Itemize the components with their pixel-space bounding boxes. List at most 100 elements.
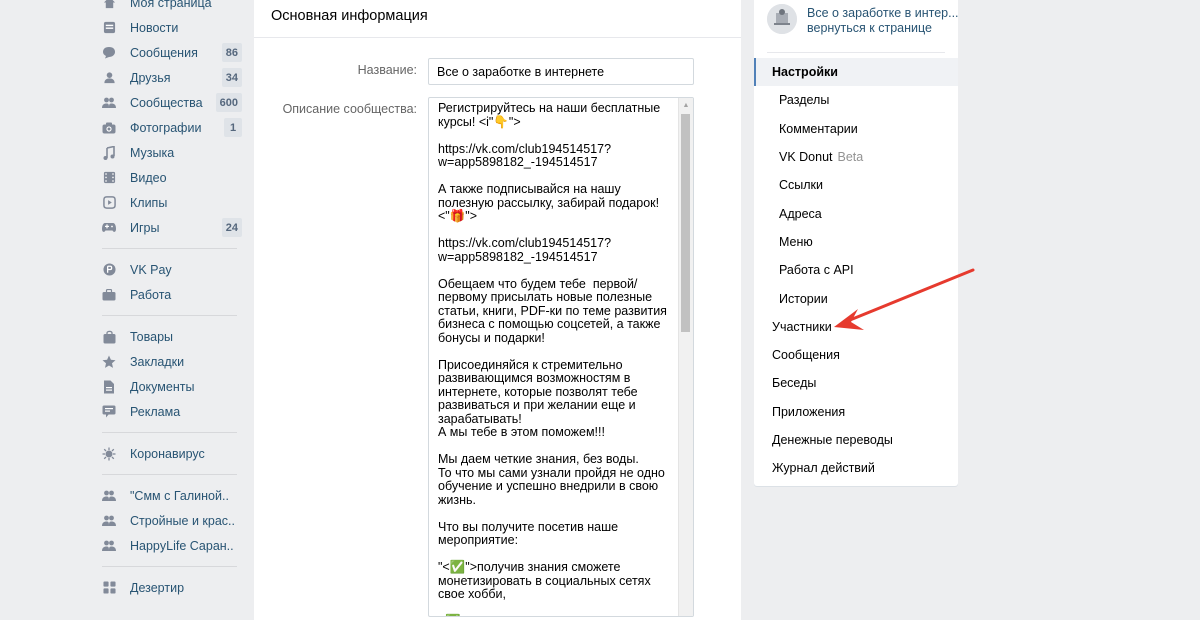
menu-vk-donut-label: VK Donut: [779, 150, 833, 165]
nav-divider: [102, 566, 237, 567]
nav-label: Игры: [130, 220, 160, 235]
nav-label: Сообщения: [130, 45, 198, 60]
star-icon: [102, 355, 116, 369]
settings-side-menu: Все о заработке в интер... вернуться к с…: [754, 0, 959, 486]
nav-label: "Смм с Галиной..: [130, 488, 229, 503]
community-name-input[interactable]: Все о заработке в интернете: [428, 58, 694, 85]
nav-vkpay[interactable]: VK Pay: [102, 257, 242, 282]
news-icon: [102, 21, 116, 35]
group-icon: [102, 539, 116, 553]
beta-badge: Beta: [837, 150, 864, 165]
menu-addresses[interactable]: Адреса: [754, 199, 958, 227]
menu-comments[interactable]: Комментарии: [754, 115, 958, 143]
menu-stories[interactable]: Истории: [754, 284, 958, 312]
nav-group-smm[interactable]: "Смм с Галиной..: [102, 483, 242, 508]
home-icon: [102, 0, 116, 10]
nav-label: Друзья: [130, 70, 171, 85]
menu-action-log[interactable]: Журнал действий: [754, 454, 958, 482]
nav-news[interactable]: Новости: [102, 15, 242, 40]
nav-label: Сообщества: [130, 95, 203, 110]
nav-label: Стройные и крас..: [130, 513, 235, 528]
community-description-textarea[interactable]: Регистрируйтесь на наши бесплатные курсы…: [428, 97, 694, 617]
nav-friends[interactable]: Друзья 34: [102, 65, 242, 90]
group-title[interactable]: Все о заработке в интер...: [807, 6, 959, 20]
megaphone-icon: [102, 405, 116, 419]
nav-label: Коронавирус: [130, 446, 205, 461]
nav-bookmarks[interactable]: Закладки: [102, 349, 242, 374]
nav-label: VK Pay: [130, 262, 172, 277]
nav-label: Клипы: [130, 195, 168, 210]
menu-members[interactable]: Участники: [754, 313, 958, 341]
nav-games[interactable]: Игры 24: [102, 215, 242, 240]
friends-icon: [102, 71, 116, 85]
nav-label: Документы: [130, 379, 195, 394]
nav-divider: [102, 248, 237, 249]
games-count-badge: 24: [221, 218, 242, 237]
nav-label: Товары: [130, 329, 173, 344]
nav-music[interactable]: Музыка: [102, 140, 242, 165]
clips-icon: [102, 196, 116, 210]
menu-menu[interactable]: Меню: [754, 228, 958, 256]
apps-icon: [102, 581, 116, 595]
menu-api[interactable]: Работа с API: [754, 256, 958, 284]
communities-count-badge: 600: [215, 93, 242, 112]
group-header-divider: [767, 52, 945, 53]
scrollbar-thumb[interactable]: [681, 114, 690, 332]
nav-label: HappyLife Саран..: [130, 538, 234, 553]
group-avatar[interactable]: [767, 4, 797, 34]
menu-vk-donut[interactable]: VK Donut Beta: [754, 143, 958, 171]
shopping-bag-icon: [102, 330, 116, 344]
name-label: Название:: [357, 63, 417, 77]
nav-coronavirus[interactable]: Коронавирус: [102, 441, 242, 466]
briefcase-icon: [102, 288, 116, 302]
camera-icon: [102, 121, 116, 135]
nav-label: Новости: [130, 20, 179, 35]
nav-label: Реклама: [130, 404, 181, 419]
nav-group-slim[interactable]: Стройные и крас..: [102, 508, 242, 533]
nav-label: Дезертир: [130, 580, 185, 595]
messages-icon: [102, 46, 116, 60]
nav-label: Моя страница: [130, 0, 212, 10]
scroll-up-arrow-icon[interactable]: ▲: [679, 98, 693, 112]
menu-sections[interactable]: Разделы: [754, 86, 958, 114]
nav-group-happylife[interactable]: HappyLife Саран..: [102, 533, 242, 558]
menu-messages[interactable]: Сообщения: [754, 341, 958, 369]
nav-divider: [102, 315, 237, 316]
group-icon: [102, 514, 116, 528]
menu-money-transfers[interactable]: Денежные переводы: [754, 426, 958, 454]
nav-label: Видео: [130, 170, 167, 185]
nav-communities[interactable]: Сообщества 600: [102, 90, 242, 115]
video-icon: [102, 171, 116, 185]
menu-chats[interactable]: Беседы: [754, 369, 958, 397]
description-scrollbar[interactable]: ▲: [678, 98, 693, 616]
document-icon: [102, 380, 116, 394]
nav-photos[interactable]: Фотографии 1: [102, 115, 242, 140]
nav-work[interactable]: Работа: [102, 282, 242, 307]
back-to-page-link[interactable]: вернуться к странице: [807, 21, 932, 35]
menu-settings[interactable]: Настройки: [754, 58, 958, 87]
nav-clips[interactable]: Клипы: [102, 190, 242, 215]
nav-my-page[interactable]: Моя страница: [102, 0, 242, 15]
menu-apps[interactable]: Приложения: [754, 398, 958, 426]
section-title: Основная информация: [271, 8, 428, 24]
unread-count-badge: 86: [221, 43, 242, 62]
nav-label: Фотографии: [130, 120, 202, 135]
music-icon: [102, 145, 116, 160]
description-label: Описание сообщества:: [282, 102, 417, 116]
communities-icon: [102, 96, 116, 110]
nav-divider: [102, 432, 237, 433]
nav-divider: [102, 474, 237, 475]
nav-goods[interactable]: Товары: [102, 324, 242, 349]
nav-messages[interactable]: Сообщения 86: [102, 40, 242, 65]
virus-icon: [102, 447, 116, 461]
settings-main-panel: Основная информация Название: Все о зара…: [254, 0, 741, 620]
group-icon: [102, 489, 116, 503]
vkpay-icon: [102, 263, 116, 277]
nav-video[interactable]: Видео: [102, 165, 242, 190]
nav-app-dezertir[interactable]: Дезертир: [102, 575, 242, 600]
nav-ads[interactable]: Реклама: [102, 399, 242, 424]
gamepad-icon: [102, 221, 116, 235]
menu-links[interactable]: Ссылки: [754, 171, 958, 199]
group-header[interactable]: Все о заработке в интер... вернуться к с…: [754, 0, 959, 53]
nav-documents[interactable]: Документы: [102, 374, 242, 399]
